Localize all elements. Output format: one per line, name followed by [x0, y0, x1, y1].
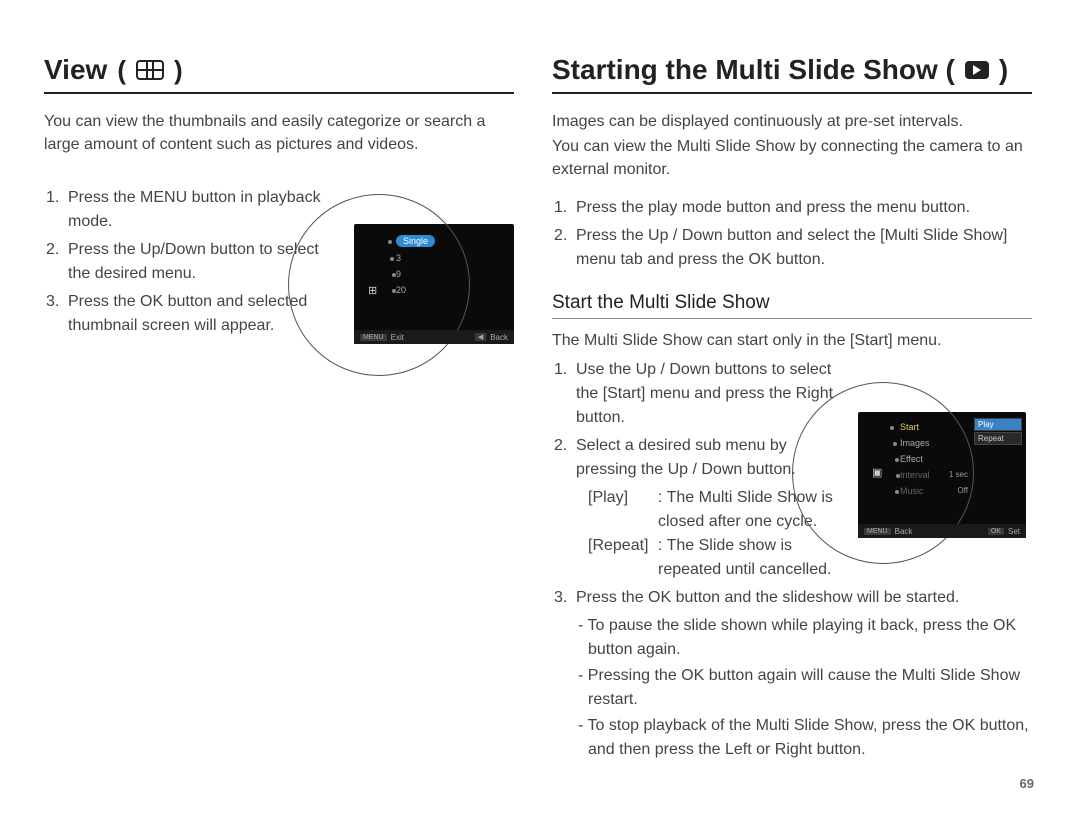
screen-bottom-bar: MENU Exit ◀ Back — [354, 330, 514, 344]
s2-bar-back: Back — [895, 527, 913, 536]
right-top-steps: Press the play mode button and press the… — [554, 196, 1032, 272]
section-title-view: View ( ) — [44, 54, 514, 94]
title-text-r: Starting the Multi Slide Show ( — [552, 54, 955, 86]
right-intro-1: Images can be displayed continuously at … — [552, 110, 1032, 133]
bar-back: Back — [490, 333, 508, 342]
s2-ok-tag: OK — [988, 528, 1004, 535]
camera-screen-view: ⊞ Single 3 9 20 MENU Exit ◀ Back — [354, 224, 514, 344]
bar-exit: Exit — [391, 333, 404, 342]
arc-decoration — [288, 194, 470, 376]
grid-icon — [136, 60, 164, 80]
left-step-1: Press the MENU button in playback mode. — [46, 186, 334, 234]
camera-screen-slideshow: ▣ Start Images Effect Interval Music 1 s… — [858, 412, 1026, 538]
s2-menu-tag: MENU — [864, 528, 891, 535]
section-title-slideshow: Starting the Multi Slide Show ( ) — [552, 54, 1032, 94]
open-paren: ( — [117, 55, 126, 86]
screen-item-single: Single — [396, 235, 435, 247]
screen-item-20: 20 — [396, 285, 406, 295]
def-play-k: [Play] — [588, 486, 658, 534]
panel-repeat: Repeat — [974, 432, 1022, 445]
sub-heading: Start the Multi Slide Show — [552, 292, 1032, 319]
slideshow-side-icon: ▣ — [872, 466, 882, 479]
thumbnail-icon: ⊞ — [368, 284, 377, 297]
left-column: View ( ) You can view the thumbnails and… — [44, 54, 514, 785]
right-step-1: Press the play mode button and press the… — [554, 196, 1032, 220]
dash-1: To pause the slide shown while playing i… — [552, 614, 1032, 662]
dash-2: Pressing the OK button again will cause … — [552, 664, 1032, 712]
sub-step-3: Press the OK button and the slideshow wi… — [554, 586, 1032, 610]
close-paren: ) — [174, 55, 183, 86]
page-number: 69 — [1020, 776, 1034, 791]
slideshow-icon — [965, 54, 989, 86]
back-arrow-icon: ◀ — [475, 333, 486, 341]
s2-bottom-bar: MENU Back OK Set — [858, 524, 1026, 538]
manual-page: View ( ) You can view the thumbnails and… — [0, 0, 1080, 815]
screen-item-9: 9 — [396, 269, 401, 279]
dash-3: To stop playback of the Multi Slide Show… — [552, 714, 1032, 762]
title-text: View — [44, 54, 107, 86]
left-intro: You can view the thumbnails and easily c… — [44, 110, 514, 156]
panel-play: Play — [974, 418, 1022, 431]
s2-music: Music — [900, 486, 924, 496]
s2-bar-set: Set — [1008, 527, 1020, 536]
def-repeat-k: [Repeat] — [588, 534, 658, 582]
right-step-2: Press the Up / Down button and select th… — [554, 224, 1032, 272]
right-column: Starting the Multi Slide Show ( ) Images… — [552, 54, 1032, 785]
s2-effect: Effect — [900, 454, 923, 464]
def-repeat-v: : The Slide show is repeated until cance… — [658, 534, 842, 582]
sub-intro: The Multi Slide Show can start only in t… — [552, 329, 1032, 352]
sub-step-1: Use the Up / Down buttons to select the … — [554, 358, 842, 430]
screen-item-3: 3 — [396, 253, 401, 263]
right-intro-2: You can view the Multi Slide Show by con… — [552, 135, 1032, 181]
menu-tag: MENU — [360, 334, 387, 341]
s2-val-music: Off — [957, 486, 968, 495]
right-step3-list: Press the OK button and the slideshow wi… — [554, 586, 1032, 610]
s2-start: Start — [900, 422, 919, 432]
s2-images: Images — [900, 438, 930, 448]
s2-panel: Play Repeat — [974, 418, 1022, 446]
close-paren-r: ) — [999, 54, 1008, 86]
s2-val-interval: 1 sec — [949, 470, 968, 479]
s2-interval: Interval — [900, 470, 930, 480]
